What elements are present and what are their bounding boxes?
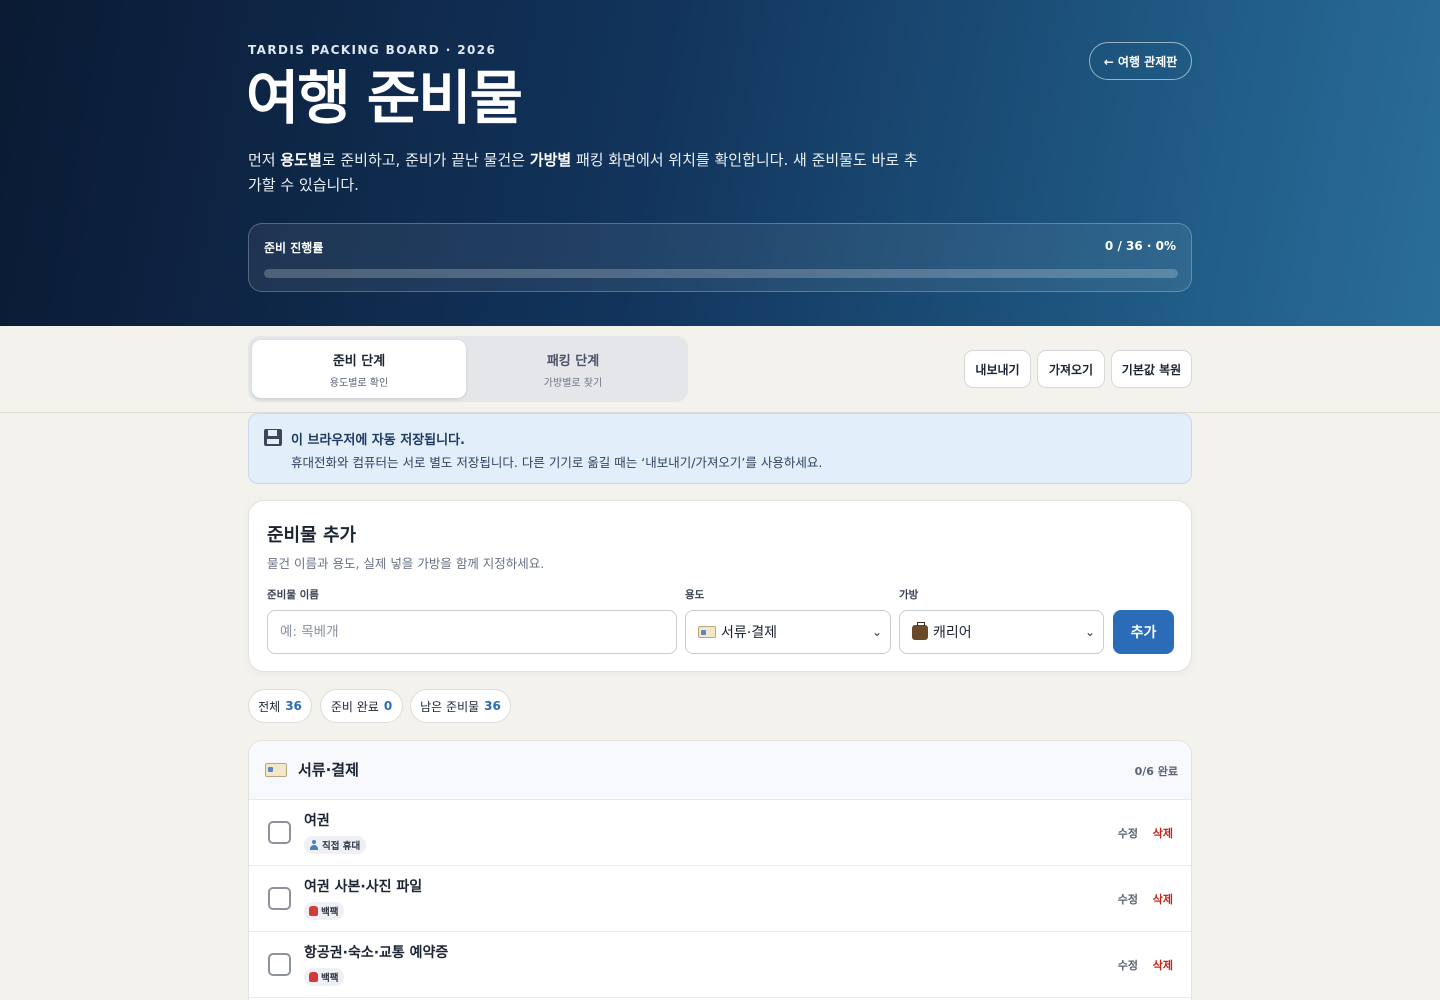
add-item-subtitle: 물건 이름과 용도, 실제 넣을 가방을 함께 지정하세요. xyxy=(267,556,545,571)
reset-button[interactable]: 기본값 복원 xyxy=(1111,350,1192,388)
bag-label: 가방 xyxy=(899,589,919,601)
edit-button[interactable]: 수정 xyxy=(1118,825,1138,841)
delete-button[interactable]: 삭제 xyxy=(1153,825,1173,841)
list-item: 여권 직접 휴대 수정 삭제 xyxy=(249,800,1191,866)
use-select[interactable]: 서류·결제 ⌄ xyxy=(685,610,891,654)
add-item-card: 준비물 추가 물건 이름과 용도, 실제 넣을 가방을 함께 지정하세요. 준비… xyxy=(248,500,1192,672)
tab-packing-sub: 가방별로 찾기 xyxy=(543,377,603,389)
delete-button[interactable]: 삭제 xyxy=(1153,891,1173,907)
progress-card: 준비 진행률 0 / 36 · 0% xyxy=(248,223,1192,292)
progress-value: 0 / 36 · 0% xyxy=(1104,239,1176,253)
filter-remaining-label: 남은 준비물 xyxy=(420,699,480,714)
item-name-label: 준비물 이름 xyxy=(267,589,319,601)
use-select-value: 서류·결제 xyxy=(721,625,777,641)
tab-prepare-sub: 용도별로 확인 xyxy=(329,377,389,389)
export-button[interactable]: 내보내기 xyxy=(964,350,1031,388)
filter-all-label: 전체 xyxy=(258,699,281,714)
id-card-icon xyxy=(265,763,287,777)
hero-kicker: TARDIS PACKING BOARD · 2026 xyxy=(248,43,497,57)
progress-bar xyxy=(264,269,1178,278)
bag-tag: 백팩 xyxy=(304,968,345,986)
import-button[interactable]: 가져오기 xyxy=(1037,350,1105,388)
filter-all-count: 36 xyxy=(285,699,302,713)
id-card-icon xyxy=(698,626,716,638)
autosave-title: 이 브라우저에 자동 저장됩니다. xyxy=(291,433,465,448)
bag-tag-label: 백팩 xyxy=(321,907,339,918)
person-icon xyxy=(309,840,319,850)
filter-remaining[interactable]: 남은 준비물 36 xyxy=(410,689,511,723)
category-documents: 서류·결제 0/6 완료 여권 직접 휴대 수정 삭제 여권 사본·사진 파일 … xyxy=(248,740,1192,1000)
progress-label: 준비 진행률 xyxy=(264,241,324,255)
autosave-notice: 이 브라우저에 자동 저장됩니다. 휴대전화와 컴퓨터는 서로 별도 저장됩니다… xyxy=(248,413,1192,484)
category-title: 서류·결제 xyxy=(298,761,359,779)
bag-select-value: 캐리어 xyxy=(933,625,972,641)
item-name-input[interactable] xyxy=(280,624,664,640)
hero-banner: TARDIS PACKING BOARD · 2026 여행 준비물 먼저 용도… xyxy=(0,0,1440,326)
item-checkbox[interactable] xyxy=(268,887,291,910)
filter-all[interactable]: 전체 36 xyxy=(248,689,312,723)
bag-tag: 직접 휴대 xyxy=(304,836,367,854)
edit-button[interactable]: 수정 xyxy=(1118,891,1138,907)
item-checkbox[interactable] xyxy=(268,821,291,844)
autosave-text: 휴대전화와 컴퓨터는 서로 별도 저장됩니다. 다른 기기로 옮길 때는 ‘내보… xyxy=(291,455,823,470)
category-header: 서류·결제 0/6 완료 xyxy=(249,741,1191,800)
chevron-down-icon: ⌄ xyxy=(1084,625,1095,639)
suitcase-icon xyxy=(912,621,928,640)
item-checkbox[interactable] xyxy=(268,953,291,976)
tab-prepare-label: 준비 단계 xyxy=(332,353,386,369)
filter-remaining-count: 36 xyxy=(484,699,501,713)
backpack-icon xyxy=(309,972,318,982)
bag-tag: 백팩 xyxy=(304,902,345,920)
bag-tag-label: 직접 휴대 xyxy=(322,841,361,852)
delete-button[interactable]: 삭제 xyxy=(1153,957,1173,973)
backpack-icon xyxy=(309,906,318,916)
item-name-field xyxy=(267,610,677,654)
bag-select[interactable]: 캐리어 ⌄ xyxy=(899,610,1104,654)
tab-packing-label: 패킹 단계 xyxy=(546,353,600,369)
filter-done[interactable]: 준비 완료 0 xyxy=(320,689,403,723)
item-name: 여권 사본·사진 파일 xyxy=(304,879,423,895)
item-name: 여권 xyxy=(304,813,330,829)
add-item-title: 준비물 추가 xyxy=(267,525,357,546)
add-item-button[interactable]: 추가 xyxy=(1113,610,1174,654)
category-count: 0/6 완료 xyxy=(1134,765,1178,778)
filter-done-label: 준비 완료 xyxy=(330,699,379,714)
use-label: 용도 xyxy=(685,589,705,601)
edit-button[interactable]: 수정 xyxy=(1118,957,1138,973)
hero-description: 먼저 용도별로 준비하고, 준비가 끝난 물건은 가방별 패킹 화면에서 위치를… xyxy=(248,151,918,194)
tab-packing[interactable]: 패킹 단계 가방별로 찾기 xyxy=(466,340,680,398)
stage-tabs: 준비 단계 용도별로 확인 패킹 단계 가방별로 찾기 xyxy=(248,336,688,402)
list-item: 여권 사본·사진 파일 백팩 수정 삭제 xyxy=(249,866,1191,932)
item-name: 항공권·숙소·교통 예약증 xyxy=(304,945,449,961)
tab-prepare[interactable]: 준비 단계 용도별로 확인 xyxy=(252,340,466,398)
floppy-disk-icon xyxy=(264,429,282,446)
list-item: 항공권·숙소·교통 예약증 백팩 수정 삭제 xyxy=(249,932,1191,998)
control-board-button[interactable]: ← 여행 관제판 xyxy=(1089,42,1192,80)
bag-tag-label: 백팩 xyxy=(321,973,339,984)
page-title: 여행 준비물 xyxy=(246,64,523,132)
filter-done-count: 0 xyxy=(383,699,393,713)
chevron-down-icon: ⌄ xyxy=(871,625,882,639)
